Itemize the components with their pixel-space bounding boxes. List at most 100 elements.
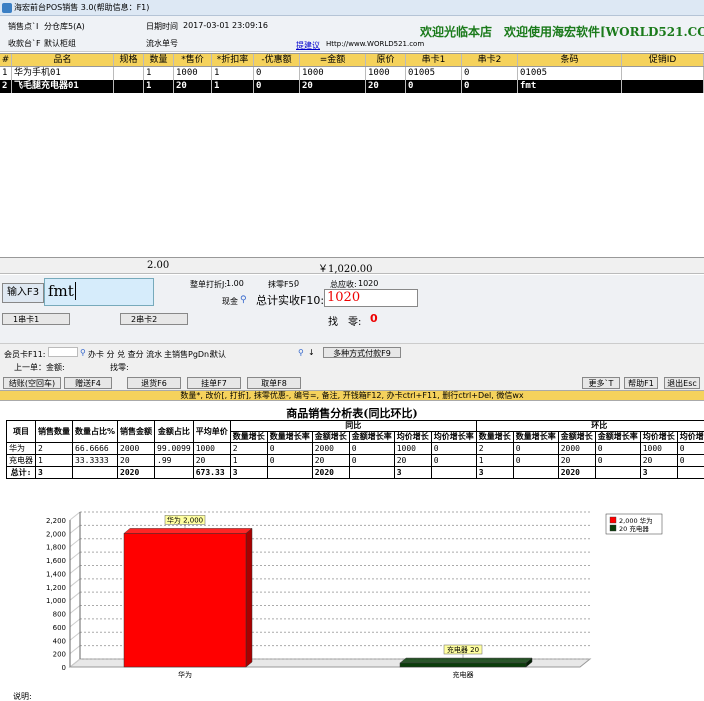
total-qty: 2.00: [147, 260, 170, 271]
card2-button[interactable]: 2串卡2: [120, 313, 188, 325]
item-grid[interactable]: # 品名 规格 数量 *售价 *折扣率 -优惠额 =金额 原价 串卡1 串卡2 条码 促销ID 1 华为手…: [0, 53, 704, 258]
grid-cell: 0: [254, 67, 300, 80]
welcome-banner: 欢迎光临本店 欢迎使用海宏软件[WORLD521.COM: [420, 25, 704, 39]
chart-y-tick-label: 1,000: [46, 597, 66, 605]
report-cell: 0: [512, 454, 559, 467]
grid-row[interactable]: 1 华为手机01 1 1000 1 0 1000 1000 01005 0 01005: [0, 67, 704, 80]
grid-col-header[interactable]: 品名: [12, 54, 114, 66]
cashier-value[interactable]: 默认柜组: [44, 38, 76, 49]
report-cell: 20: [639, 454, 678, 467]
sales-down-arrow-icon[interactable]: ↓: [308, 348, 315, 357]
chart-x-tick-label: 充电器: [453, 670, 474, 679]
discount-value[interactable]: 1.00: [226, 279, 244, 288]
chart-x-tick-label: 华为: [178, 670, 192, 679]
window-title: 海宏前台POS销售 3.0(帮助信息：F1): [14, 3, 150, 12]
report-cell: 2020: [557, 466, 596, 479]
sales-analysis-report: 商品销售分析表(同比环比) 项目 销售数量 数量占比% 销售金额 金额占比 平均…: [0, 402, 704, 701]
report-cell: 1000: [393, 442, 432, 455]
grid-cell: 1000: [300, 67, 366, 80]
member-card-input[interactable]: [48, 347, 78, 357]
card1-button[interactable]: 1串卡1: [2, 313, 70, 325]
grid-col-header[interactable]: *售价: [174, 54, 212, 66]
report-cell: 3: [229, 466, 268, 479]
sales-search-icon[interactable]: ⚲: [298, 348, 304, 357]
receivable-value: 1020: [358, 279, 379, 288]
grid-col-header[interactable]: 数量: [144, 54, 174, 66]
report-cell: 华为: [6, 442, 36, 455]
chart-y-tick-label: 800: [53, 611, 66, 619]
chart-bar-top: [123, 528, 253, 534]
report-group-yoy: 同比: [229, 420, 477, 432]
report-col-qty-pct: 数量占比%: [71, 420, 119, 443]
report-cell: [154, 466, 194, 479]
multi-pay-button[interactable]: 多种方式付款F9: [323, 347, 401, 358]
more-button[interactable]: 更多`T: [582, 377, 620, 389]
input-field[interactable]: fmt: [44, 278, 154, 306]
header-panel: 销售点`I 分仓库5(A) 日期时间 2017-03-01 23:09:16 收…: [0, 16, 704, 52]
report-group-mom: 环比: [475, 420, 704, 432]
report-cell: 3: [35, 466, 73, 479]
member-search-icon[interactable]: ⚲: [80, 348, 86, 357]
sales-value[interactable]: 默认: [210, 349, 226, 360]
sales-label: 主销售PgDn:: [164, 350, 212, 359]
grid-col-header[interactable]: 串卡1: [406, 54, 462, 66]
hold-button[interactable]: 挂单F7: [187, 377, 241, 389]
grid-col-header[interactable]: 规格: [114, 54, 144, 66]
help-button[interactable]: 帮助F1: [624, 377, 658, 389]
report-sub-col: 均价增长: [393, 431, 432, 443]
suggest-url[interactable]: Http://www.WORLD521.com: [326, 40, 424, 48]
grid-col-header[interactable]: =金额: [300, 54, 366, 66]
member-card-label: 会员卡F11:: [4, 350, 46, 359]
chart-bar: [123, 533, 247, 668]
grid-cell: fmt: [518, 80, 622, 93]
report-cell: 3: [393, 466, 432, 479]
report-cell: 2000: [117, 442, 156, 455]
member-card-hint[interactable]: 办卡 分 兑 查分 流水: [88, 349, 162, 360]
grid-col-header[interactable]: 条码: [518, 54, 622, 66]
grid-cell: 0: [406, 80, 462, 93]
chart-gridline-side: [69, 631, 81, 641]
report-sub-col: 金额增长: [557, 431, 596, 443]
grid-col-header[interactable]: 促销ID: [622, 54, 704, 66]
chart-gridline-side: [69, 618, 81, 628]
grid-row-selected[interactable]: 2 飞毛腿充电器01 1 20 1 0 20 20 0 0 fmt: [0, 80, 704, 93]
grid-col-header[interactable]: 串卡2: [462, 54, 518, 66]
retrieve-button[interactable]: 取单F8: [247, 377, 301, 389]
date-label: 日期时间: [146, 22, 178, 31]
report-cell: 1000: [192, 442, 231, 455]
checkout-button[interactable]: 结账(空回车): [3, 377, 61, 389]
total-paid-field[interactable]: 1020: [324, 289, 418, 307]
grid-cell: 01005: [406, 67, 462, 80]
last-order-label: 上一单：金额:: [14, 363, 65, 372]
grid-col-header[interactable]: *折扣率: [212, 54, 254, 66]
chart-y-tick-label: 200: [53, 651, 66, 659]
gift-button[interactable]: 赠送F4: [64, 377, 112, 389]
chart-data-label: 充电器 20: [447, 645, 479, 654]
cash-label: 现金: [222, 297, 238, 306]
grid-col-header[interactable]: #: [0, 54, 12, 66]
chart-y-tick-label: 1,400: [46, 570, 66, 578]
shortcut-hint-bar: 数量*, 改价[, 打折], 抹零优惠-, 编号=, 备注, 开钱箱F12, 办…: [0, 390, 704, 401]
sale-point-value[interactable]: 分仓库5(A): [44, 21, 85, 32]
report-cell: [430, 466, 477, 479]
cash-search-icon[interactable]: ⚲: [240, 295, 247, 305]
suggest-link[interactable]: 提建议: [296, 40, 320, 51]
exit-button[interactable]: 退出Esc: [664, 377, 700, 389]
round-label: 抹零F5:: [268, 280, 297, 289]
grid-cell: 1: [144, 67, 174, 80]
round-value[interactable]: 0: [294, 279, 299, 288]
input-label-button[interactable]: 输入F3: [2, 283, 44, 303]
grid-cell: 1: [0, 67, 12, 80]
grid-cell: 20: [300, 80, 366, 93]
report-sub-col: 数量增长: [229, 431, 268, 443]
grid-cell: 1: [144, 80, 174, 93]
report-cell: 总计:: [6, 466, 36, 479]
report-cell: 0: [430, 454, 477, 467]
report-cell: [348, 466, 395, 479]
grid-col-header[interactable]: 原价: [366, 54, 406, 66]
grid-cell: 1000: [366, 67, 406, 80]
report-sub-col: 金额增长率: [348, 431, 395, 443]
return-button[interactable]: 退货F6: [127, 377, 181, 389]
grid-col-header[interactable]: -优惠额: [254, 54, 300, 66]
report-sub-col: 数量增长: [475, 431, 514, 443]
